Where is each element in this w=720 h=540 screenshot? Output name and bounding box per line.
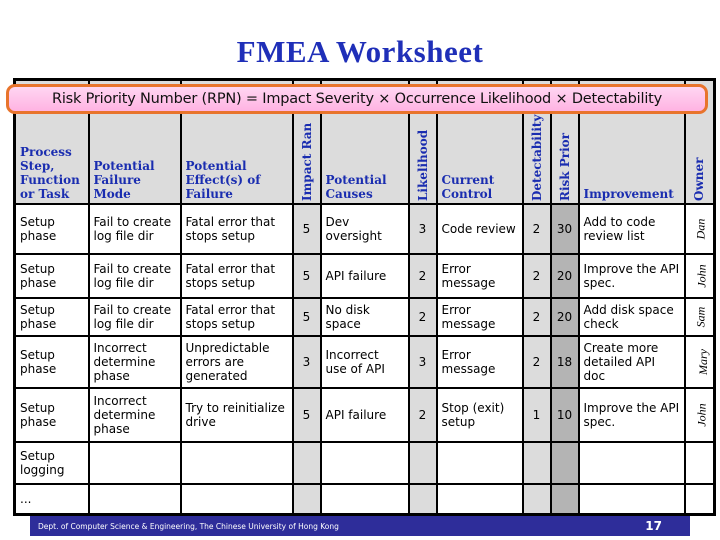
table-row: Setup phase Incorrect determine phase Unpr… [13, 335, 716, 389]
cell-improvement: Add disk space check [577, 297, 686, 337]
cell-owner: John [683, 387, 716, 443]
cell-rpn: 10 [549, 387, 580, 443]
owner-name: Mary [695, 349, 710, 375]
cell-impact-rank [291, 441, 322, 485]
cell-likelihood: 2 [407, 253, 438, 299]
cell-detectability [521, 483, 552, 515]
cell-owner: Mary [683, 335, 716, 389]
table-row: Setup logging [13, 441, 716, 485]
cell-current-control [435, 441, 524, 485]
table-row: ... [13, 483, 716, 515]
cell-process-step: Setup phase [13, 297, 90, 337]
cell-effects: Fatal error that stops setup [179, 297, 294, 337]
cell-improvement: Add to code review list [577, 203, 686, 255]
cell-effects [179, 441, 294, 485]
cell-effects: Try to reinitialize drive [179, 387, 294, 443]
owner-name: Dan [692, 218, 707, 240]
cell-failure-mode [87, 441, 182, 485]
cell-current-control: Stop (exit) setup [435, 387, 524, 443]
footer-text: Dept. of Computer Science & Engineering,… [38, 521, 339, 531]
cell-current-control [435, 483, 524, 515]
cell-causes: No disk space [319, 297, 410, 337]
cell-rpn [549, 483, 580, 515]
cell-rpn: 18 [549, 335, 580, 389]
cell-process-step: Setup phase [13, 335, 90, 389]
slide-title: FMEA Worksheet [236, 34, 484, 69]
cell-detectability: 2 [521, 335, 552, 389]
rpn-formula-banner: Risk Priority Number (RPN) = Impact Seve… [6, 84, 708, 114]
cell-causes: API failure [319, 387, 410, 443]
table-row: Setup phase Fail to create log file dir Fa… [13, 297, 716, 337]
cell-rpn: 20 [549, 297, 580, 337]
cell-impact-rank: 5 [291, 203, 322, 255]
cell-process-step: ... [13, 483, 90, 515]
cell-current-control: Error message [435, 297, 524, 337]
cell-impact-rank [291, 483, 322, 515]
cell-detectability: 2 [521, 297, 552, 337]
cell-causes: Dev oversight [319, 203, 410, 255]
cell-causes [319, 483, 410, 515]
cell-improvement: Improve the API spec. [577, 387, 686, 443]
cell-failure-mode: Incorrect determine phase [87, 387, 182, 443]
page-number: 17 [645, 519, 662, 533]
cell-impact-rank: 3 [291, 335, 322, 389]
cell-failure-mode: Incorrect determine phase [87, 335, 182, 389]
cell-detectability: 1 [521, 387, 552, 443]
owner-name: John [694, 264, 709, 288]
cell-failure-mode: Fail to create log file dir [87, 203, 182, 255]
cell-likelihood: 3 [407, 335, 438, 389]
cell-impact-rank: 5 [291, 297, 322, 337]
cell-process-step: Setup phase [13, 253, 90, 299]
cell-improvement [577, 483, 686, 515]
cell-causes [319, 441, 410, 485]
cell-improvement: Create more detailed API doc [577, 335, 686, 389]
cell-rpn: 30 [549, 203, 580, 255]
cell-process-step: Setup logging [13, 441, 90, 485]
cell-improvement: Improve the API spec. [577, 253, 686, 299]
cell-impact-rank: 5 [291, 253, 322, 299]
cell-likelihood: 3 [407, 203, 438, 255]
cell-effects [179, 483, 294, 515]
cell-likelihood: 2 [407, 387, 438, 443]
cell-effects: Unpredictable errors are generated [179, 335, 294, 389]
cell-failure-mode [87, 483, 182, 515]
cell-likelihood [407, 441, 438, 485]
table-row: Setup phase Incorrect determine phase Try … [13, 387, 716, 443]
cell-process-step: Setup phase [13, 387, 90, 443]
cell-current-control: Error message [435, 253, 524, 299]
fmea-table: Process Step, Function or Task Potential… [13, 78, 716, 516]
cell-process-step: Setup phase [13, 203, 90, 255]
cell-likelihood [407, 483, 438, 515]
cell-current-control: Error message [435, 335, 524, 389]
table-row: Setup phase Fail to create log file dir Fa… [13, 203, 716, 255]
cell-owner: Sam [683, 297, 716, 337]
cell-owner: John [683, 253, 716, 299]
table-row: Setup phase Fail to create log file dir Fa… [13, 253, 716, 299]
cell-current-control: Code review [435, 203, 524, 255]
cell-detectability: 2 [521, 253, 552, 299]
cell-likelihood: 2 [407, 297, 438, 337]
cell-detectability [521, 441, 552, 485]
cell-rpn: 20 [549, 253, 580, 299]
cell-detectability: 2 [521, 203, 552, 255]
cell-owner [683, 483, 716, 515]
cell-impact-rank: 5 [291, 387, 322, 443]
cell-improvement [577, 441, 686, 485]
cell-owner: Dan [683, 203, 716, 255]
slide-footer: Dept. of Computer Science & Engineering,… [30, 516, 690, 536]
cell-causes: API failure [319, 253, 410, 299]
cell-effects: Fatal error that stops setup [179, 203, 294, 255]
cell-failure-mode: Fail to create log file dir [87, 253, 182, 299]
owner-name: John [694, 403, 709, 427]
owner-name: Sam [692, 306, 707, 328]
cell-effects: Fatal error that stops setup [179, 253, 294, 299]
cell-failure-mode: Fail to create log file dir [87, 297, 182, 337]
cell-causes: Incorrect use of API [319, 335, 410, 389]
cell-owner [683, 441, 716, 485]
cell-rpn [549, 441, 580, 485]
